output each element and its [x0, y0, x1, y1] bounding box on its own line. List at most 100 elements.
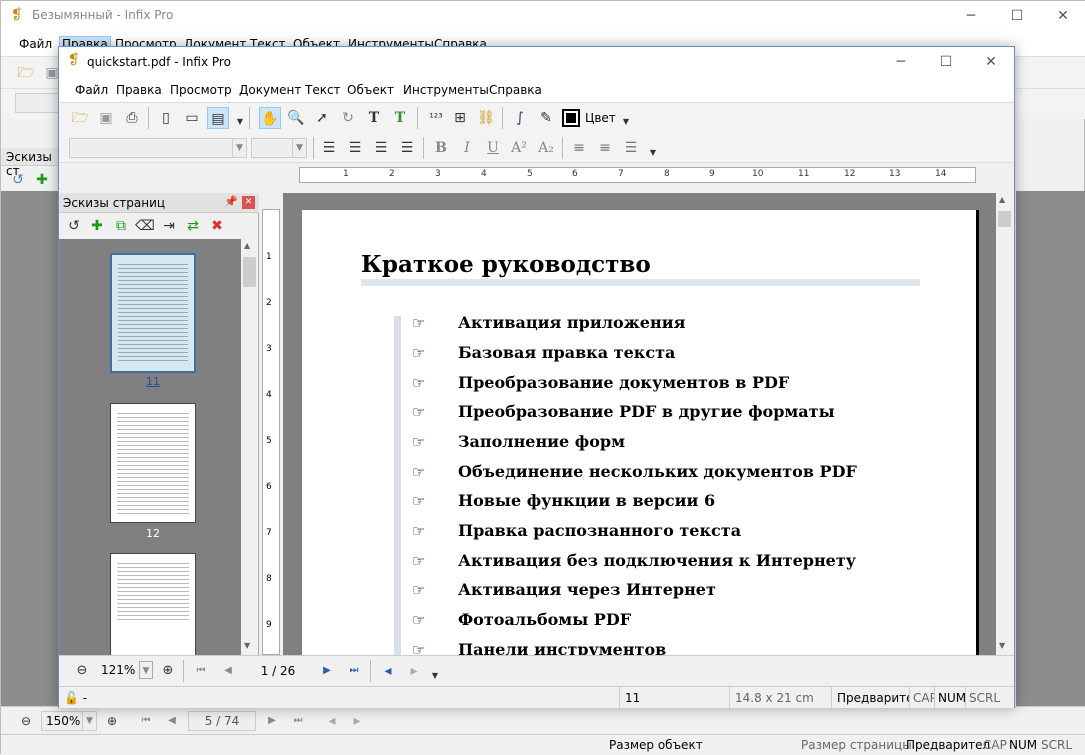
toc-item[interactable]: ☞ Преобразование документов в PDF	[412, 373, 789, 392]
bg-zoom-in-icon[interactable]: ⊕	[101, 710, 123, 732]
menu-file[interactable]: Файл	[75, 83, 108, 97]
last-page-icon[interactable]: ⏭	[343, 660, 365, 682]
maximize-button[interactable]: ☐	[923, 47, 969, 77]
bg-zoom-combo[interactable]: 150% ▼	[41, 711, 97, 731]
add-page-icon[interactable]: ✚	[86, 215, 108, 237]
close-panel-icon[interactable]: ✕	[242, 196, 255, 209]
hand-tool-icon[interactable]: ✋	[259, 107, 281, 129]
single-page-icon[interactable]: ▯	[155, 107, 177, 129]
toc-item[interactable]: ☞ Панели инструментов	[412, 640, 666, 655]
text-tool-icon[interactable]: T	[363, 107, 385, 129]
bg-first-page-icon[interactable]: ⏮	[135, 710, 157, 732]
back-icon[interactable]: ◂	[377, 660, 399, 682]
font-family-combo[interactable]: ▼	[69, 138, 247, 158]
menu-edit[interactable]: Правка	[116, 83, 162, 97]
toc-item[interactable]: ☞ Активация приложения	[412, 313, 685, 332]
thumbnail-page-12[interactable]	[110, 403, 196, 523]
insert-pages-icon[interactable]: ⧉	[110, 215, 132, 237]
bg-zoom-out-icon[interactable]: ⊖	[15, 710, 37, 732]
bg-page-field[interactable]: 5 / 74	[188, 711, 256, 731]
menu-help[interactable]: Справка	[489, 83, 542, 97]
toc-item[interactable]: ☞ Активация без подключения к Интернету	[412, 551, 856, 570]
thumbnail-page-13[interactable]	[110, 553, 196, 655]
link-tool-icon[interactable]: ⛓	[475, 107, 497, 129]
pointer-tool-icon[interactable]: ➚	[311, 107, 333, 129]
zoom-combo[interactable]: 121% ▼	[97, 661, 153, 681]
line-spacing-2-icon[interactable]: ≡	[594, 137, 616, 159]
scroll-down-icon[interactable]: ▼	[244, 641, 250, 650]
scroll-thumb[interactable]	[243, 257, 256, 287]
bold-icon[interactable]: B	[430, 137, 452, 159]
zoom-tool-icon[interactable]: 🔍	[285, 107, 307, 129]
document-page[interactable]: Краткое руководство ☞ Активация приложени…	[302, 210, 979, 655]
rotate-tool-icon[interactable]: ↻	[337, 107, 359, 129]
chevron-down-icon[interactable]: ▼	[229, 111, 251, 133]
add-page-icon[interactable]: ✚	[31, 169, 53, 191]
menu-view[interactable]: Просмотр	[170, 83, 232, 97]
underline-icon[interactable]: U	[482, 137, 504, 159]
menu-text[interactable]: Текст	[305, 83, 341, 97]
print-icon[interactable]: ⎙	[121, 107, 143, 129]
bg-prev-page-icon[interactable]: ◀	[161, 710, 183, 732]
align-center-icon[interactable]: ☰	[344, 137, 366, 159]
bg-menu-file[interactable]: Файл	[19, 37, 52, 51]
bg-back-icon[interactable]: ◂	[321, 710, 343, 732]
crop-tool-icon[interactable]: ⊞	[449, 107, 471, 129]
font-size-combo[interactable]: ▼	[251, 138, 307, 158]
fit-page-icon[interactable]: ▭	[181, 107, 203, 129]
minimize-button[interactable]: ─	[878, 47, 924, 77]
page-number-field[interactable]: 1 / 26	[245, 661, 311, 681]
toc-item[interactable]: ☞ Активация через Интернет	[412, 580, 716, 599]
pin-icon[interactable]: 📌	[224, 195, 238, 208]
toc-item[interactable]: ☞ Заполнение форм	[412, 432, 625, 451]
menu-document[interactable]: Документ	[239, 83, 301, 97]
align-left-icon[interactable]: ☰	[318, 137, 340, 159]
numbering-tool-icon[interactable]: ¹²³	[425, 107, 447, 129]
bg-minimize-button[interactable]: ─	[948, 1, 994, 31]
bg-font-combo[interactable]	[15, 93, 59, 113]
thumbnail-page-11[interactable]	[110, 253, 196, 373]
zoom-in-icon[interactable]: ⊕	[157, 660, 179, 682]
scroll-thumb[interactable]	[998, 211, 1011, 227]
bg-close-button[interactable]: ✕	[1040, 1, 1085, 31]
justify-icon[interactable]: ☰	[396, 137, 418, 159]
italic-icon[interactable]: I	[456, 137, 478, 159]
rotate-icon[interactable]: ↺	[7, 169, 29, 191]
save-icon[interactable]: ▣	[95, 107, 117, 129]
chevron-down-icon[interactable]: ▼	[615, 111, 637, 133]
bg-last-page-icon[interactable]: ⏭	[287, 710, 309, 732]
chevron-down-icon[interactable]: ▼	[424, 665, 446, 687]
text-edit-tool-icon[interactable]: T	[389, 107, 411, 129]
menu-object[interactable]: Объект	[347, 83, 394, 97]
color-swatch[interactable]	[562, 109, 580, 127]
align-right-icon[interactable]: ☰	[370, 137, 392, 159]
scroll-up-icon[interactable]: ▲	[244, 241, 250, 250]
subscript-icon[interactable]: A₂	[535, 137, 557, 159]
eyedropper-icon[interactable]: ✎	[535, 107, 557, 129]
zoom-out-icon[interactable]: ⊖	[71, 660, 93, 682]
first-page-icon[interactable]: ⏮	[190, 660, 212, 682]
bg-next-page-icon[interactable]: ▶	[261, 710, 283, 732]
document-scrollbar[interactable]: ▲ ▼	[996, 193, 1013, 655]
next-page-icon[interactable]: ▶	[316, 660, 338, 682]
eraser-icon[interactable]: ⌫	[134, 215, 156, 237]
thumbnails-scrollbar[interactable]: ▲ ▼	[241, 239, 258, 655]
menu-tools[interactable]: Инструменты	[403, 83, 489, 97]
curve-tool-icon[interactable]: ∫	[509, 107, 531, 129]
scroll-up-icon[interactable]: ▲	[999, 195, 1005, 204]
toc-item[interactable]: ☞ Базовая правка текста	[412, 343, 675, 362]
toc-item[interactable]: ☞ Преобразование PDF в другие форматы	[412, 402, 835, 421]
replace-page-icon[interactable]: ⇄	[182, 215, 204, 237]
page-layout-icon[interactable]: ▤	[207, 107, 229, 129]
chevron-down-icon[interactable]: ▼	[642, 142, 664, 164]
superscript-icon[interactable]: A²	[508, 137, 530, 159]
prev-page-icon[interactable]: ◀	[217, 660, 239, 682]
toc-item[interactable]: ☞ Правка распознанного текста	[412, 521, 741, 540]
open-folder-icon[interactable]: 🗁	[69, 107, 91, 129]
open-folder-icon[interactable]: 🗁	[15, 62, 37, 84]
color-label[interactable]: Цвет	[585, 111, 616, 125]
document-view[interactable]: Краткое руководство ☞ Активация приложени…	[283, 193, 996, 655]
line-spacing-1-icon[interactable]: ≡	[568, 137, 590, 159]
bg-forward-icon[interactable]: ▸	[346, 710, 368, 732]
scroll-down-icon[interactable]: ▼	[999, 641, 1005, 650]
